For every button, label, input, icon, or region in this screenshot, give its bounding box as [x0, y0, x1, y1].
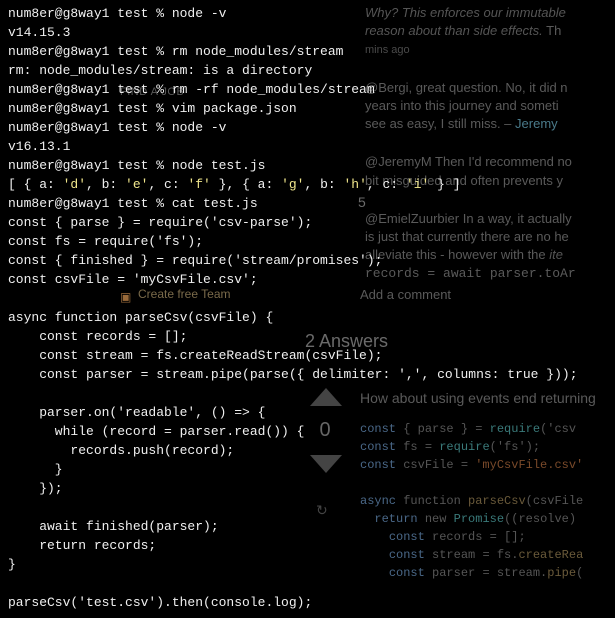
- terminal-line: num8er@g8way1 test % vim package.json: [8, 100, 615, 119]
- terminal-line: }: [8, 556, 615, 575]
- terminal-line: }: [8, 461, 615, 480]
- terminal-line: num8er@g8way1 test % node -v: [8, 5, 615, 24]
- terminal-line: async function parseCsv(csvFile) {: [8, 309, 615, 328]
- terminal-line: return records;: [8, 537, 615, 556]
- terminal-line: rm: node_modules/stream: is a directory: [8, 62, 615, 81]
- terminal-line: await finished(parser);: [8, 518, 615, 537]
- terminal-line: num8er@g8way1 test % rm -rf node_modules…: [8, 81, 615, 100]
- terminal-window[interactable]: num8er@g8way1 test % node -vv14.15.3num8…: [0, 0, 615, 618]
- terminal-line: [8, 290, 615, 309]
- terminal-line: while (record = parser.read()) {: [8, 423, 615, 442]
- terminal-line: const csvFile = 'myCsvFile.csv';: [8, 271, 615, 290]
- terminal-line: v14.15.3: [8, 24, 615, 43]
- terminal-line: const { parse } = require('csv-parse');: [8, 214, 615, 233]
- terminal-line: parseCsv('test.csv').then(console.log);: [8, 594, 615, 613]
- terminal-line: num8er@g8way1 test % cat test.js: [8, 195, 615, 214]
- terminal-line: [8, 385, 615, 404]
- terminal-line: const fs = require('fs');: [8, 233, 615, 252]
- terminal-line: const stream = fs.createReadStream(csvFi…: [8, 347, 615, 366]
- terminal-line: records.push(record);: [8, 442, 615, 461]
- terminal-line: num8er@g8way1 test % node test.js: [8, 157, 615, 176]
- terminal-line: [8, 575, 615, 594]
- terminal-line: [8, 499, 615, 518]
- terminal-line: v16.13.1: [8, 138, 615, 157]
- terminal-line: parser.on('readable', () => {: [8, 404, 615, 423]
- terminal-line: const parser = stream.pipe(parse({ delim…: [8, 366, 615, 385]
- terminal-line: num8er@g8way1 test % node -v: [8, 119, 615, 138]
- terminal-line: [ { a: 'd', b: 'e', c: 'f' }, { a: 'g', …: [8, 176, 615, 195]
- terminal-line: const { finished } = require('stream/pro…: [8, 252, 615, 271]
- terminal-line: const records = [];: [8, 328, 615, 347]
- terminal-line: num8er@g8way1 test % rm node_modules/str…: [8, 43, 615, 62]
- terminal-line: });: [8, 480, 615, 499]
